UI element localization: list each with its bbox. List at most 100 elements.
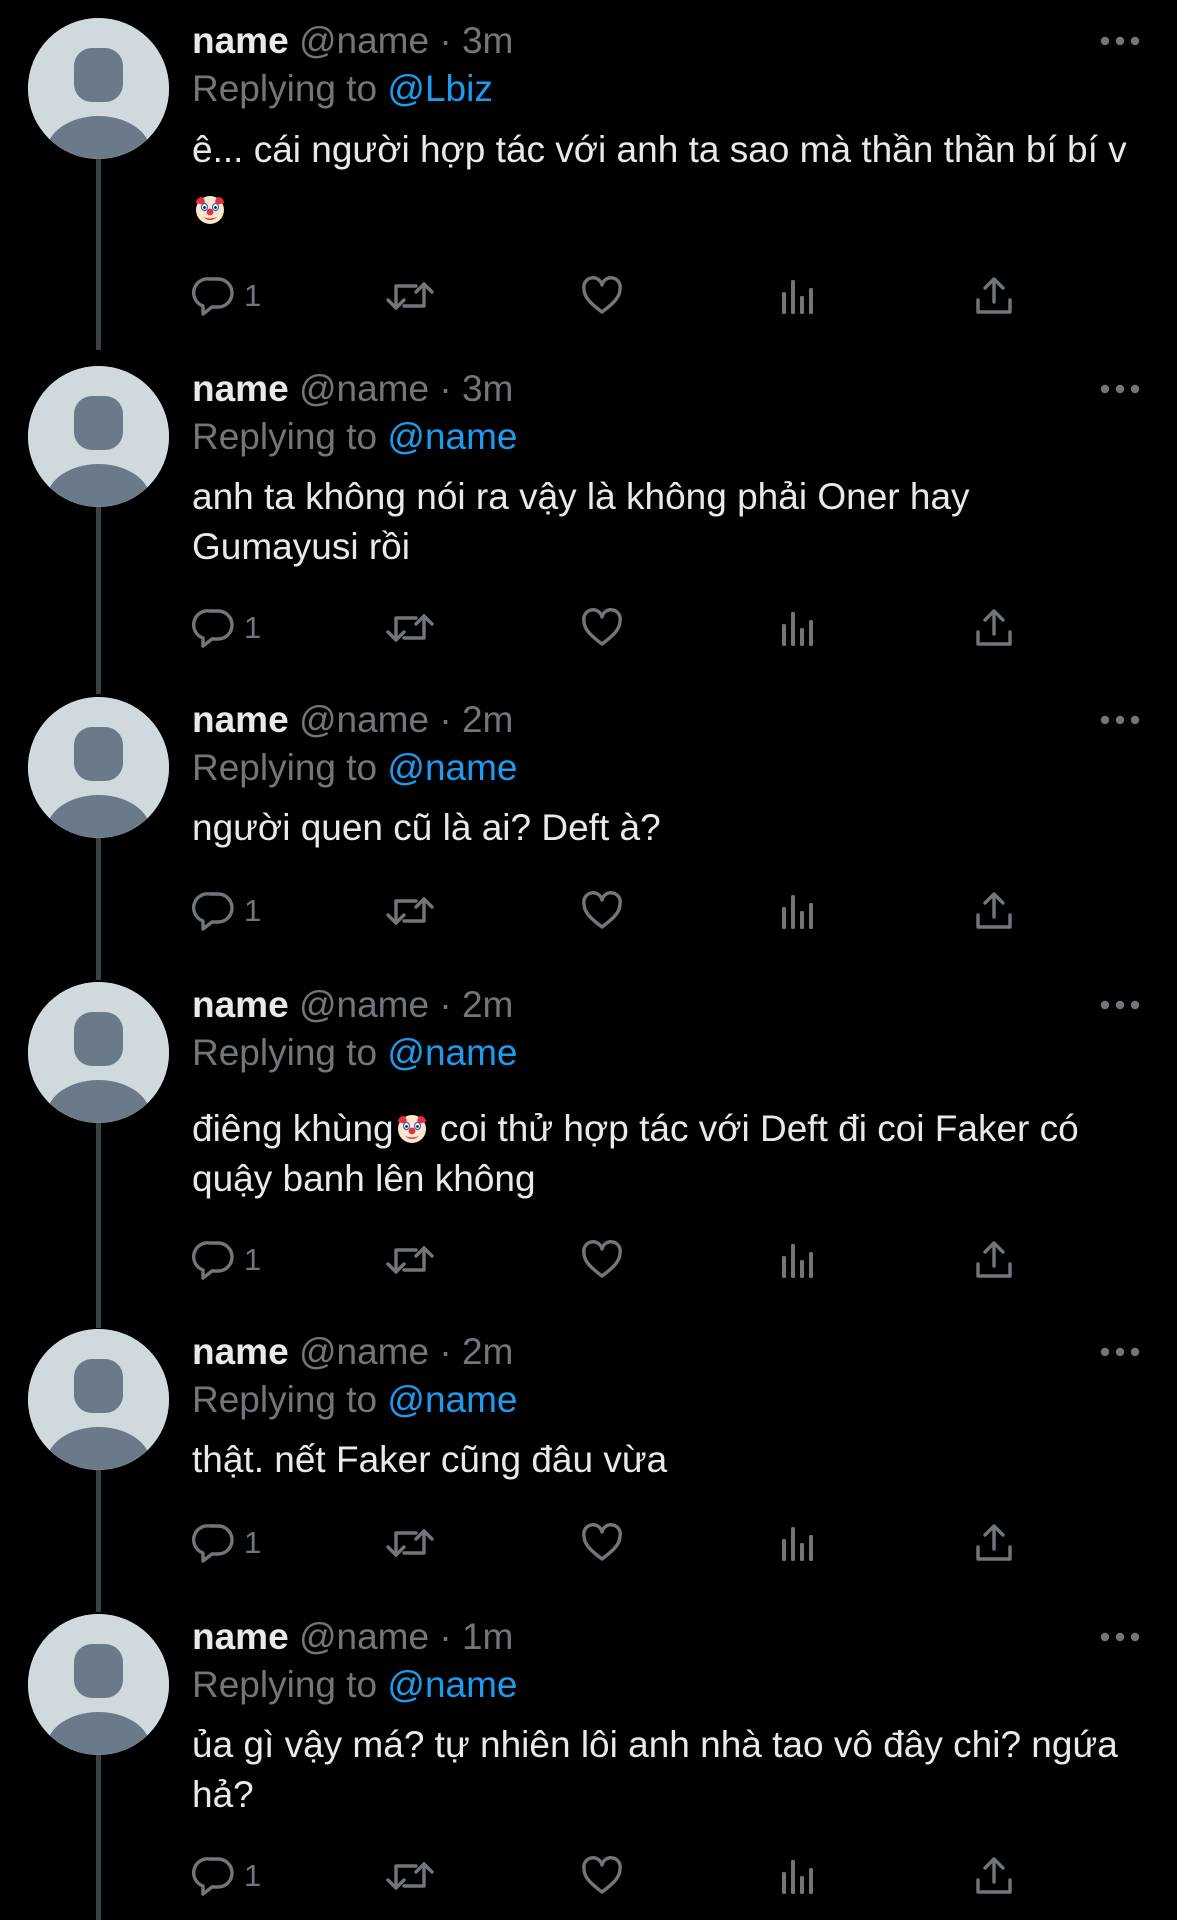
reply-count: 1 [244,1525,262,1560]
timestamp[interactable]: 2m [462,984,513,1025]
views-button[interactable] [776,1850,820,1902]
retweet-icon [384,1521,436,1565]
more-options-button[interactable] [1098,376,1142,402]
views-button[interactable] [776,885,820,937]
like-button[interactable] [580,1850,624,1902]
share-icon [972,274,1016,318]
default-avatar-icon [28,1614,169,1755]
user-handle[interactable]: @name [299,1331,429,1372]
user-handle[interactable]: @name [299,368,429,409]
more-options-button[interactable] [1098,707,1142,733]
share-button[interactable] [972,885,1016,937]
tweet-actions: 1 [192,602,1092,654]
reply-bubble-icon [192,1521,236,1565]
retweet-button[interactable] [384,270,436,322]
replying-to-mention[interactable]: @Lbiz [387,68,492,109]
views-button[interactable] [776,1234,820,1286]
replying-to-line: Replying to @name [192,745,518,791]
reply-count: 1 [244,1858,262,1893]
timestamp[interactable]: 3m [462,20,513,61]
user-handle[interactable]: @name [299,984,429,1025]
display-name[interactable]: name [192,20,289,61]
reply-button[interactable]: 1 [192,885,261,937]
display-name[interactable]: name [192,699,289,740]
heart-icon [580,1521,624,1565]
tweet-actions: 1 [192,270,1092,322]
more-options-button[interactable] [1098,28,1142,54]
like-button[interactable] [580,1234,624,1286]
retweet-button[interactable] [384,602,436,654]
share-button[interactable] [972,270,1016,322]
views-button[interactable] [776,1517,820,1569]
like-button[interactable] [580,270,624,322]
reply-button[interactable]: 1 [192,602,261,654]
heart-icon [580,1238,624,1282]
display-name[interactable]: name [192,1616,289,1657]
like-button[interactable] [580,602,624,654]
avatar[interactable] [28,982,169,1123]
tweet[interactable]: name @name · 2m Replying to @name điêng … [0,964,1177,1314]
tweet[interactable]: name @name · 3m Replying to @Lbiz ê... c… [0,0,1177,350]
timestamp[interactable]: 2m [462,699,513,740]
reply-bubble-icon [192,606,236,650]
reply-button[interactable]: 1 [192,1234,261,1286]
display-name[interactable]: name [192,984,289,1025]
tweet-text: ê... cái người hợp tác với anh ta sao mà… [192,120,1132,240]
replying-to-label: Replying to [192,416,378,457]
avatar[interactable] [28,18,169,159]
tweet-text: người quen cũ là ai? Deft à? [192,803,1132,853]
replying-to-line: Replying to @Lbiz [192,66,493,112]
tweet[interactable]: name @name · 1m Replying to @name ủa gì … [0,1596,1177,1920]
user-handle[interactable]: @name [299,20,429,61]
timestamp[interactable]: 3m [462,368,513,409]
tweet[interactable]: name @name · 2m Replying to @name người … [0,679,1177,969]
replying-to-mention[interactable]: @name [387,1379,517,1420]
views-bar-icon [776,1521,820,1565]
replying-to-mention[interactable]: @name [387,1664,517,1705]
views-button[interactable] [776,602,820,654]
more-options-button[interactable] [1098,1624,1142,1650]
like-button[interactable] [580,1517,624,1569]
replying-to-mention[interactable]: @name [387,1032,517,1073]
display-name[interactable]: name [192,368,289,409]
tweet-header: name @name · 2m [192,982,513,1028]
user-handle[interactable]: @name [299,1616,429,1657]
retweet-button[interactable] [384,1850,436,1902]
avatar[interactable] [28,366,169,507]
avatar[interactable] [28,1329,169,1470]
replying-to-mention[interactable]: @name [387,747,517,788]
share-button[interactable] [972,1517,1016,1569]
replying-to-mention[interactable]: @name [387,416,517,457]
share-button[interactable] [972,602,1016,654]
retweet-icon [384,606,436,650]
avatar[interactable] [28,697,169,838]
timestamp[interactable]: 2m [462,1331,513,1372]
retweet-button[interactable] [384,885,436,937]
like-button[interactable] [580,885,624,937]
avatar[interactable] [28,1614,169,1755]
default-avatar-icon [28,18,169,159]
more-dots-icon [1098,28,1142,54]
reply-button[interactable]: 1 [192,270,261,322]
tweet[interactable]: name @name · 3m Replying to @name anh ta… [0,348,1177,696]
replying-to-line: Replying to @name [192,1662,518,1708]
views-bar-icon [776,606,820,650]
timestamp[interactable]: 1m [462,1616,513,1657]
tweet[interactable]: name @name · 2m Replying to @name thật. … [0,1311,1177,1601]
reply-button[interactable]: 1 [192,1850,261,1902]
display-name[interactable]: name [192,1331,289,1372]
share-button[interactable] [972,1234,1016,1286]
retweet-icon [384,1238,436,1282]
retweet-button[interactable] [384,1234,436,1286]
replying-to-label: Replying to [192,1379,378,1420]
user-handle[interactable]: @name [299,699,429,740]
more-options-button[interactable] [1098,992,1142,1018]
separator-dot: · [439,368,452,409]
reply-button[interactable]: 1 [192,1517,261,1569]
retweet-button[interactable] [384,1517,436,1569]
share-button[interactable] [972,1850,1016,1902]
views-button[interactable] [776,270,820,322]
more-options-button[interactable] [1098,1339,1142,1365]
reply-bubble-icon [192,1238,236,1282]
separator-dot: · [439,20,452,61]
